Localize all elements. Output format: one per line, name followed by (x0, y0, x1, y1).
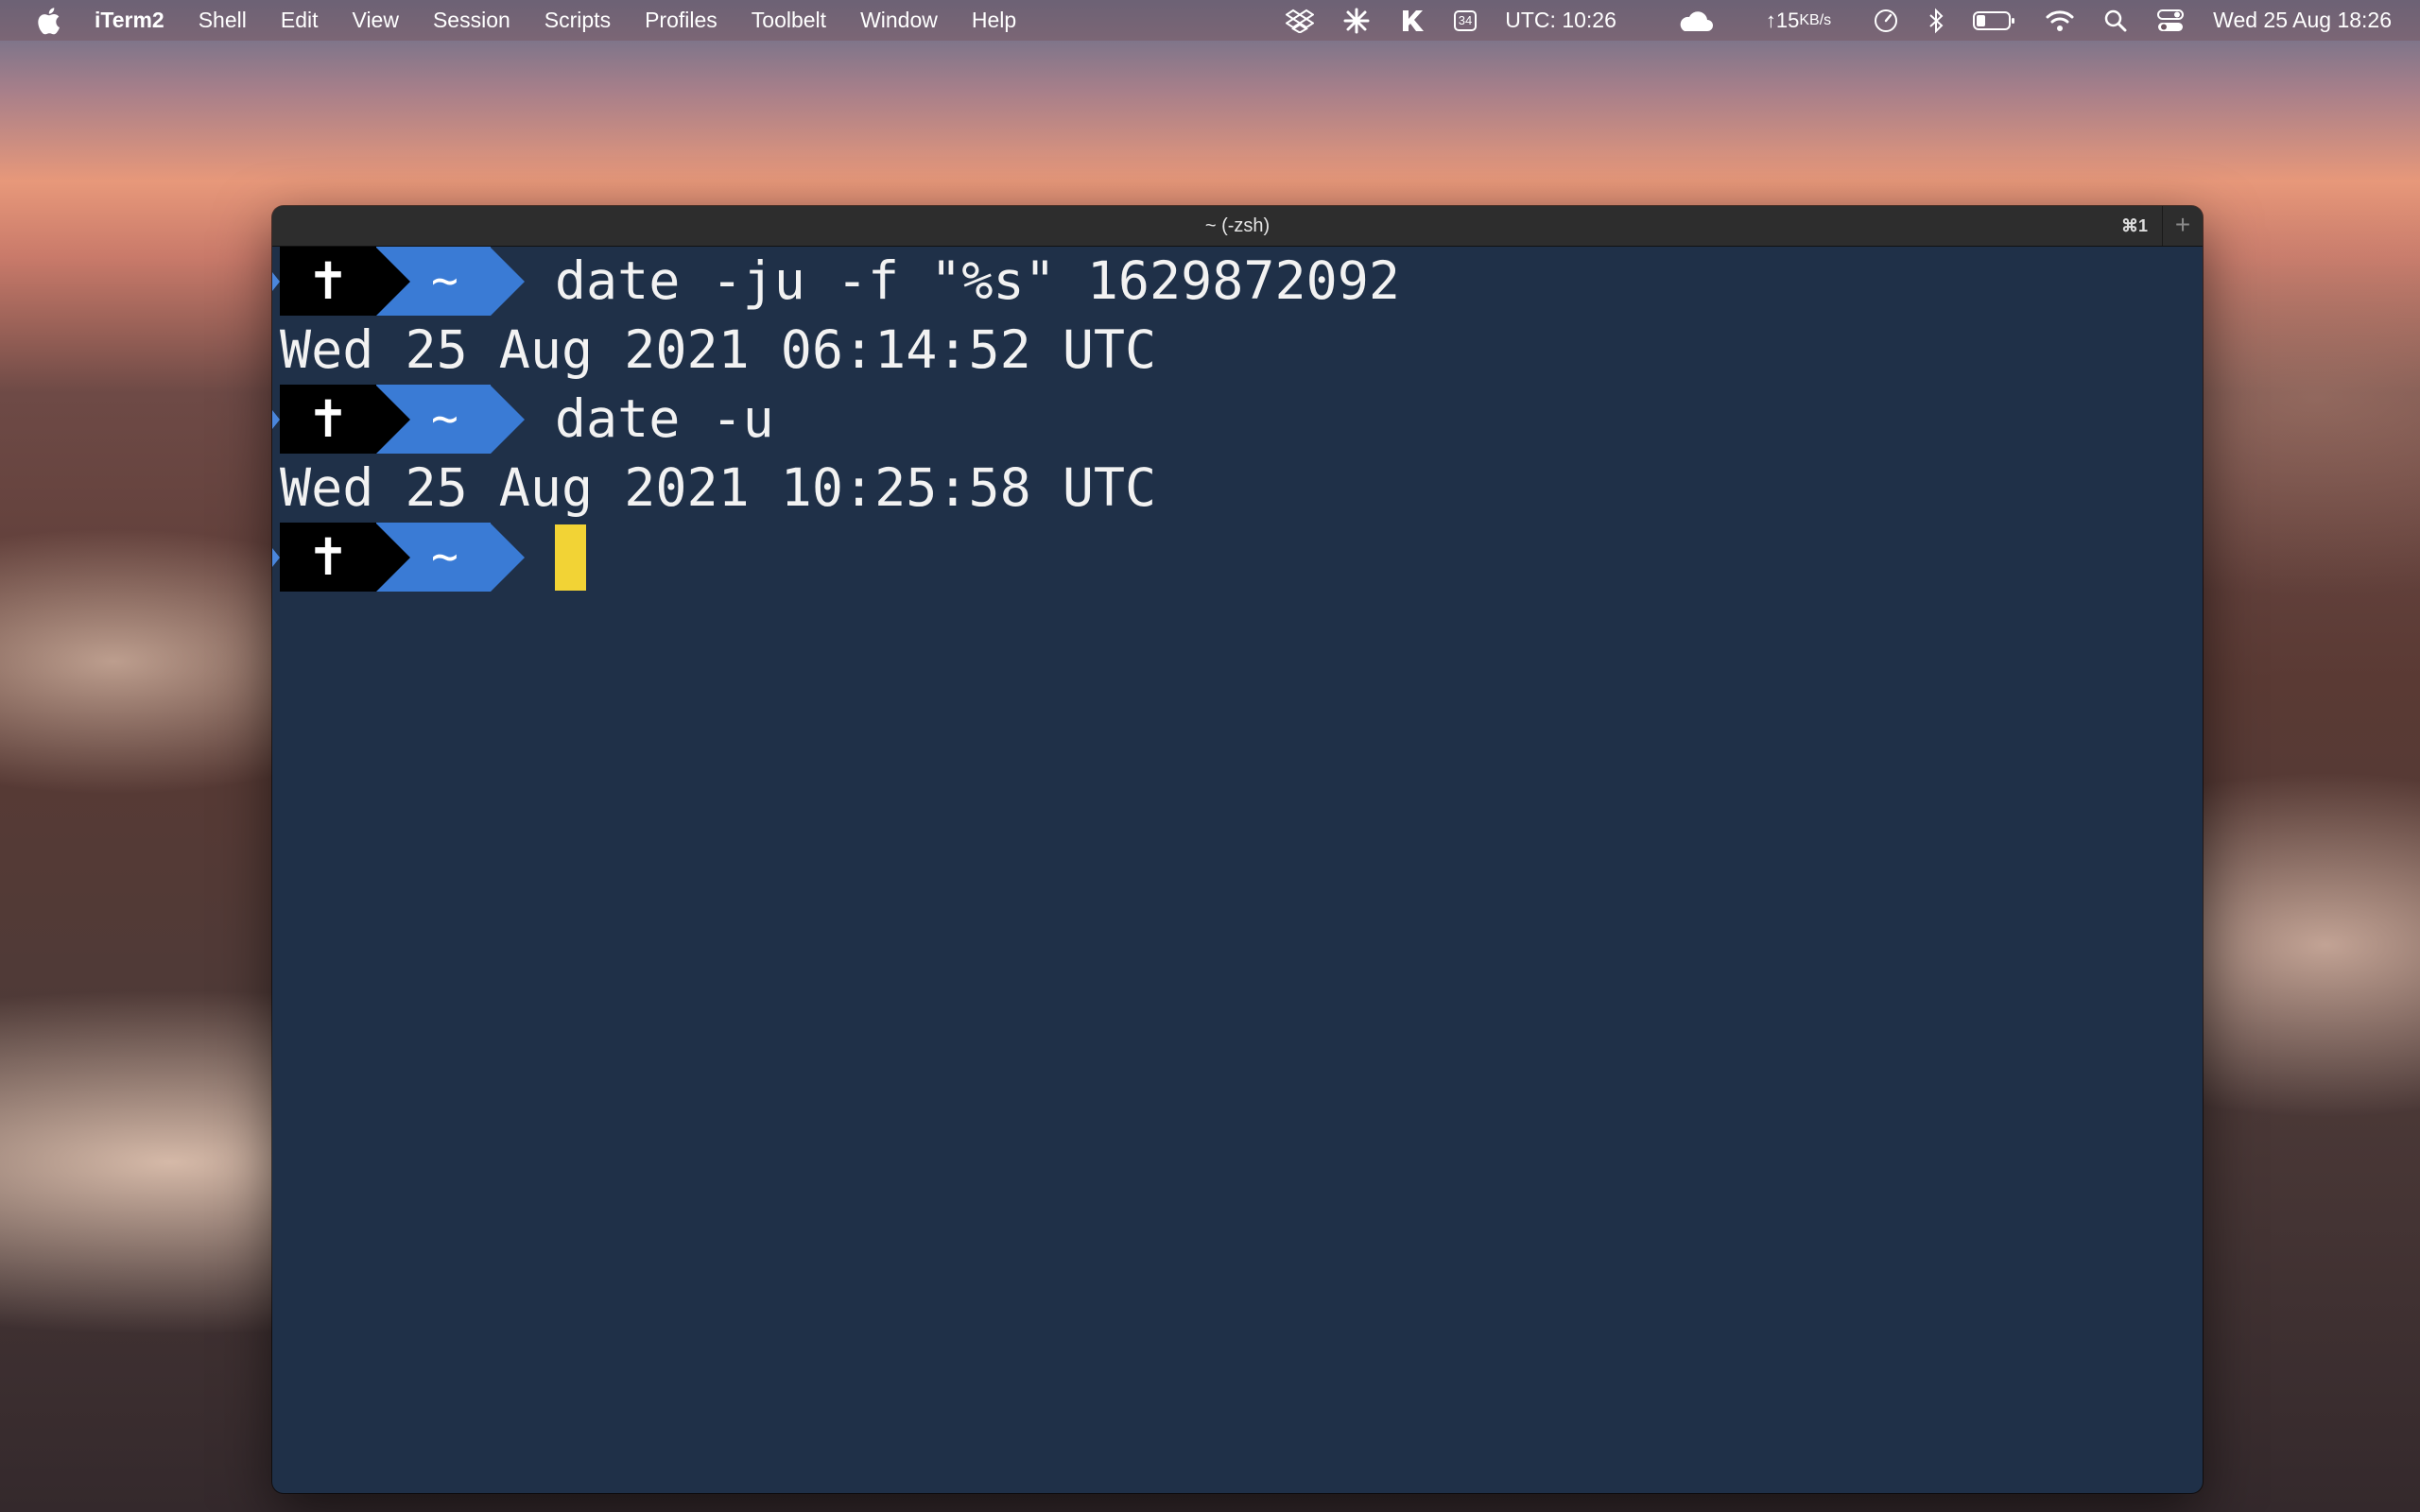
output-line: Wed 25 Aug 2021 06:14:52 UTC (280, 319, 1157, 380)
prompt-symbol-segment: ✝ (280, 385, 376, 454)
tab-shortcut-label: ⌘1 (2120, 216, 2148, 235)
output-line: Wed 25 Aug 2021 10:25:58 UTC (280, 457, 1157, 518)
dropbox-icon[interactable] (1285, 9, 1314, 33)
control-center-icon[interactable] (2156, 9, 2185, 33)
network-rate[interactable]: ↑15 KB/s (1766, 9, 1831, 33)
menu-shell[interactable]: Shell (199, 8, 247, 33)
command-text: date -ju -f "%s" 1629872092 (554, 250, 1400, 311)
prompt-line: ✝ ~ date -ju -f "%s" 1629872092 (272, 247, 2203, 316)
battery-icon[interactable] (1973, 9, 2016, 32)
k-app-icon[interactable] (1399, 8, 1426, 34)
badge-34-icon[interactable]: 34 (1453, 9, 1478, 31)
utc-clock[interactable]: UTC: 10:26 (1505, 8, 1616, 33)
menubar-datetime[interactable]: Wed 25 Aug 18:26 (2213, 8, 2392, 33)
powerline-arrow-icon (490, 385, 525, 454)
command-text: date -u (554, 388, 774, 449)
powerline-arrow-icon (376, 247, 410, 316)
menu-window[interactable]: Window (860, 8, 938, 33)
terminal-window: ~ (-zsh) ⌘1 + ✝ ~ date -ju -f "%s" 16298… (272, 206, 2203, 1493)
prompt-directory: ~ (431, 254, 458, 307)
spotlight-search-icon[interactable] (2103, 9, 2128, 33)
apple-logo-icon[interactable] (34, 7, 62, 35)
prompt-symbol-segment: ✝ (280, 523, 376, 592)
weather-cloud-icon[interactable] (1677, 9, 1715, 33)
prompt-marker-icon (272, 409, 280, 429)
prompt-line: ✝ ~ date -u (272, 385, 2203, 454)
prompt-directory: ~ (431, 392, 458, 445)
powerline-arrow-icon (376, 385, 410, 454)
powerline-arrow-icon (490, 247, 525, 316)
menu-profiles[interactable]: Profiles (645, 8, 717, 33)
menu-session[interactable]: Session (433, 8, 510, 33)
menu-scripts[interactable]: Scripts (544, 8, 611, 33)
menu-edit[interactable]: Edit (281, 8, 319, 33)
cross-icon: ✝ (306, 527, 350, 587)
window-title: ~ (-zsh) (1204, 215, 1270, 236)
menu-toolbelt[interactable]: Toolbelt (752, 8, 826, 33)
cross-icon: ✝ (306, 251, 350, 311)
network-rate-value: ↑15 (1765, 8, 1800, 32)
prompt-directory: ~ (431, 530, 458, 583)
menu-view[interactable]: View (353, 8, 399, 33)
window-titlebar[interactable]: ~ (-zsh) ⌘1 + (272, 206, 2203, 247)
cross-icon: ✝ (306, 389, 350, 449)
powerline-arrow-icon (376, 523, 410, 592)
terminal-pane[interactable]: ✝ ~ date -ju -f "%s" 1629872092 Wed 25 A… (272, 247, 2203, 1493)
bluetooth-icon[interactable] (1927, 8, 1945, 34)
new-tab-button[interactable]: + (2162, 206, 2203, 246)
prompt-marker-icon (272, 547, 280, 567)
network-rate-unit: KB/s (1799, 11, 1832, 28)
powerline-arrow-icon (490, 523, 525, 592)
pinwheel-icon[interactable] (1342, 7, 1371, 35)
menu-bar: iTerm2 Shell Edit View Session Scripts P… (0, 0, 2420, 41)
prompt-symbol-segment: ✝ (280, 247, 376, 316)
menu-app-iterm2[interactable]: iTerm2 (95, 8, 164, 33)
prompt-marker-icon (272, 271, 280, 291)
terminal-cursor[interactable] (554, 524, 586, 591)
menu-help[interactable]: Help (972, 8, 1016, 33)
wifi-icon[interactable] (2045, 9, 2075, 33)
speedometer-icon[interactable] (1873, 8, 1899, 34)
prompt-line-current: ✝ ~ (272, 523, 2203, 592)
